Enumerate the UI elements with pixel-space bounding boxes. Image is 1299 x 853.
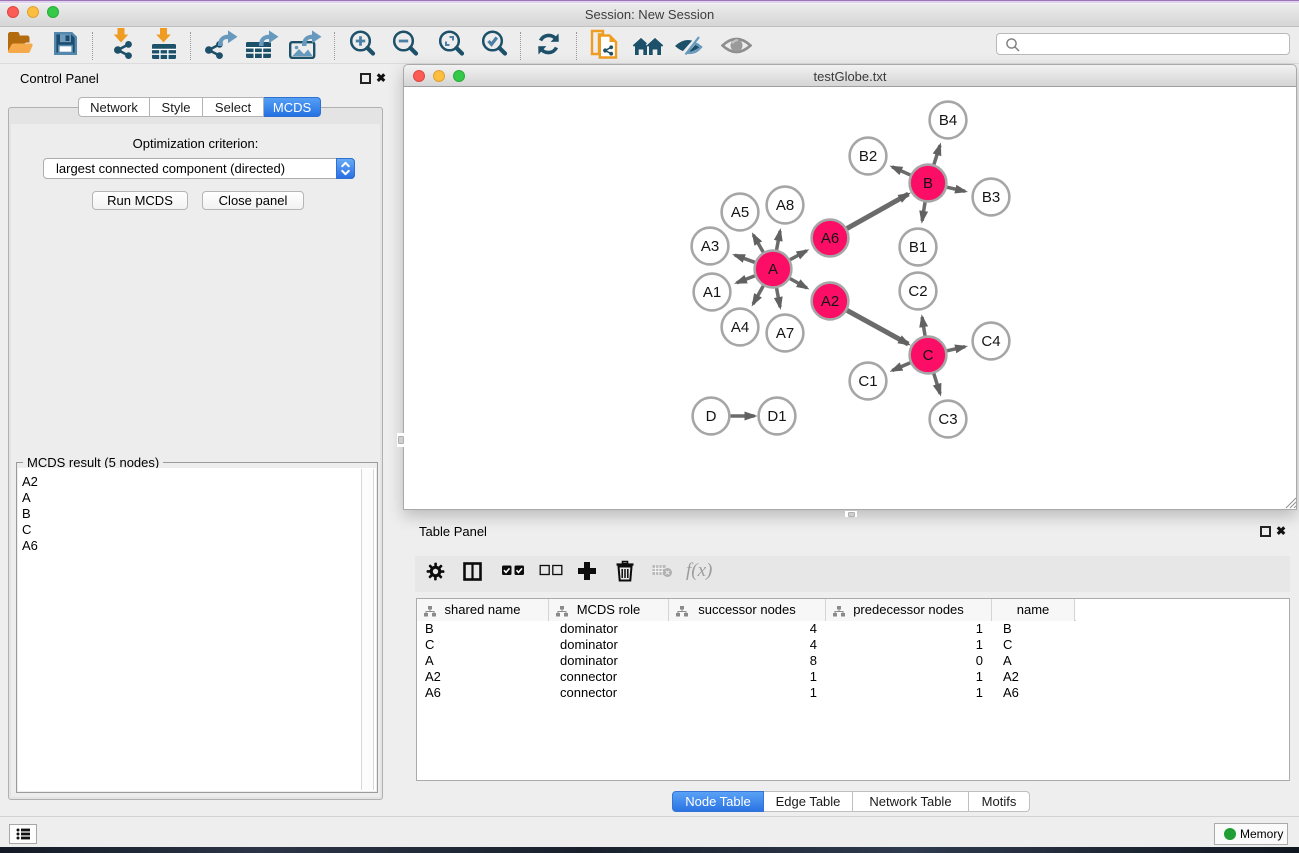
svg-text:A5: A5 bbox=[731, 204, 749, 221]
svg-text:B: B bbox=[923, 175, 933, 192]
svg-text:C1: C1 bbox=[858, 373, 877, 390]
svg-text:A8: A8 bbox=[776, 197, 794, 214]
svg-text:A1: A1 bbox=[703, 284, 721, 301]
svg-text:C: C bbox=[923, 347, 934, 364]
svg-text:D1: D1 bbox=[767, 408, 786, 425]
svg-text:B3: B3 bbox=[982, 189, 1000, 206]
svg-text:A4: A4 bbox=[731, 319, 749, 336]
svg-text:B4: B4 bbox=[939, 112, 957, 129]
svg-text:B1: B1 bbox=[909, 239, 927, 256]
svg-text:D: D bbox=[706, 408, 717, 425]
svg-text:A6: A6 bbox=[821, 230, 839, 247]
svg-text:A2: A2 bbox=[821, 293, 839, 310]
svg-text:C3: C3 bbox=[938, 411, 957, 428]
svg-text:A7: A7 bbox=[776, 325, 794, 342]
svg-text:A3: A3 bbox=[701, 238, 719, 255]
svg-text:C2: C2 bbox=[908, 283, 927, 300]
svg-text:B2: B2 bbox=[859, 148, 877, 165]
svg-text:C4: C4 bbox=[981, 333, 1000, 350]
svg-text:A: A bbox=[768, 261, 778, 278]
